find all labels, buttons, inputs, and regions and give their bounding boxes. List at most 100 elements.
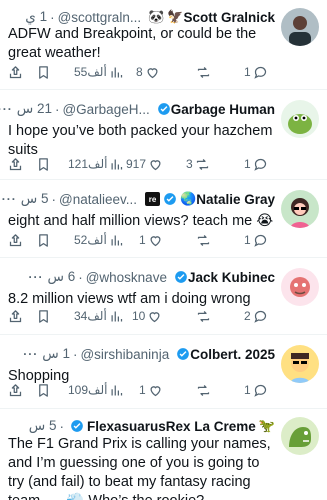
author-name[interactable]: Colbert. 2025: [190, 347, 275, 362]
affiliate-badge[interactable]: re: [145, 192, 161, 206]
reply-button[interactable]: 1: [244, 380, 268, 400]
like-button[interactable]: 1: [139, 380, 163, 400]
repost-button[interactable]: [196, 380, 211, 400]
tweet[interactable]: Garbage Human @GarbageH... · 21 س ··· I …: [0, 90, 327, 180]
share-button[interactable]: [8, 154, 23, 174]
bookmark-icon: [39, 157, 48, 171]
dinosaur-emoji-icon: 🦖: [258, 418, 275, 433]
tweet[interactable]: Jack Kubinec @whosknave · 6 س ··· 8.2 mi…: [0, 258, 327, 335]
separator-dot: ·: [59, 418, 64, 434]
like-button[interactable]: 917: [126, 154, 163, 174]
more-icon[interactable]: ···: [23, 347, 38, 361]
tweet-time[interactable]: 6 س: [47, 269, 75, 285]
author-handle[interactable]: @natalieev...: [59, 192, 137, 207]
like-count: 10: [132, 309, 146, 323]
bookmark-button[interactable]: [36, 380, 51, 400]
reply-button[interactable]: 2: [244, 306, 268, 326]
repost-icon: [197, 384, 210, 396]
tweet-header: Natalie Gray 🌏 re @natalieev... · 5 س ··…: [2, 190, 275, 208]
avatar[interactable]: [281, 417, 319, 455]
separator-dot: ·: [51, 191, 57, 207]
like-icon: [150, 235, 161, 246]
tweet-header: Scott Gralnick 🦅 🐼 @scottgraln... · 1 ي: [25, 8, 275, 26]
like-count: 1: [139, 233, 146, 247]
repost-button[interactable]: [196, 306, 211, 326]
share-button[interactable]: [8, 230, 23, 250]
author-handle[interactable]: @whosknave: [86, 270, 167, 285]
author-handle[interactable]: @scottgraln...: [58, 10, 142, 25]
views-button[interactable]: 55ألف: [74, 62, 124, 82]
tweet[interactable]: Natalie Gray 🌏 re @natalieev... · 5 س ··…: [0, 180, 327, 258]
share-button[interactable]: [8, 306, 23, 326]
views-button[interactable]: 121ألف: [68, 154, 124, 174]
bookmark-button[interactable]: [36, 62, 51, 82]
reply-button[interactable]: 1: [244, 154, 268, 174]
avatar[interactable]: [281, 190, 319, 228]
share-button[interactable]: [8, 380, 23, 400]
like-icon: [150, 159, 161, 170]
verified-icon: [157, 102, 171, 116]
more-icon[interactable]: ···: [28, 270, 43, 284]
share-icon: [9, 65, 22, 78]
repost-icon: [197, 310, 210, 322]
views-count: 34ألف: [74, 309, 107, 323]
tweet-header: 🦖 FlexasuarusRex La Creme · 5 س: [29, 417, 275, 435]
tweet-time[interactable]: 5 س: [21, 191, 49, 207]
bookmark-icon: [39, 309, 48, 323]
author-name[interactable]: Garbage Human: [171, 102, 275, 117]
author-name[interactable]: Natalie Gray: [196, 192, 275, 207]
bookmark-button[interactable]: [36, 154, 51, 174]
views-icon: [111, 67, 122, 77]
reply-count: 1: [244, 65, 251, 79]
tweet[interactable]: Colbert. 2025 @sirshibaninja · 1 س ··· S…: [0, 335, 327, 409]
bookmark-button[interactable]: [36, 230, 51, 250]
separator-dot: ·: [78, 269, 83, 285]
tweet[interactable]: 🦖 FlexasuarusRex La Creme · 5 س The F1 G…: [0, 409, 327, 500]
like-button[interactable]: 8: [136, 62, 160, 82]
views-button[interactable]: 52ألف: [74, 230, 124, 250]
views-count: 109ألف: [68, 383, 108, 397]
like-count: 8: [136, 65, 143, 79]
author-name[interactable]: Jack Kubinec: [188, 270, 275, 285]
tweet-text: The F1 Grand Prix is calling your names,…: [8, 436, 271, 500]
avatar[interactable]: [281, 8, 319, 46]
tweet-header: Garbage Human @GarbageH... · 21 س ···: [0, 100, 275, 118]
views-count: 55ألف: [74, 65, 107, 79]
tweet-time[interactable]: 5 س: [29, 418, 57, 434]
bookmark-button[interactable]: [36, 306, 51, 326]
views-button[interactable]: 34ألف: [74, 306, 124, 326]
reply-icon: [254, 384, 266, 397]
repost-button[interactable]: [196, 62, 211, 82]
author-name[interactable]: Scott Gralnick: [183, 10, 275, 25]
more-icon[interactable]: ···: [2, 192, 17, 206]
reply-button[interactable]: 1: [244, 62, 268, 82]
tweet-time[interactable]: 1 س: [42, 346, 70, 362]
author-handle[interactable]: @sirshibaninja: [80, 347, 169, 362]
avatar[interactable]: [281, 268, 319, 306]
avatar[interactable]: [281, 345, 319, 383]
timeline-feed: Scott Gralnick 🦅 🐼 @scottgraln... · 1 ي …: [0, 0, 327, 500]
separator-dot: ·: [54, 101, 60, 117]
avatar[interactable]: [281, 100, 319, 138]
reply-button[interactable]: 1: [244, 230, 268, 250]
repost-button[interactable]: [196, 230, 211, 250]
repost-button[interactable]: 3: [186, 154, 210, 174]
separator-dot: ·: [72, 346, 78, 362]
author-handle[interactable]: @GarbageH...: [62, 102, 149, 117]
author-name[interactable]: FlexasuarusRex La Creme: [87, 419, 256, 434]
like-button[interactable]: 10: [132, 306, 162, 326]
more-icon[interactable]: ···: [0, 102, 13, 116]
like-count: 1: [139, 383, 146, 397]
tweet-time[interactable]: 21 س: [17, 101, 52, 117]
reply-icon: [254, 234, 266, 247]
tweet-text: eight and half million views? teach me 😭: [8, 213, 274, 229]
repost-count: 3: [186, 157, 193, 171]
repost-icon: [197, 234, 210, 246]
views-button[interactable]: 109ألف: [68, 380, 124, 400]
tweet[interactable]: Scott Gralnick 🦅 🐼 @scottgraln... · 1 ي …: [0, 0, 327, 90]
tweet-actions: 34ألف 10 2: [8, 306, 275, 326]
tweet-time[interactable]: 1 ي: [25, 9, 47, 25]
share-button[interactable]: [8, 62, 23, 82]
share-icon: [9, 233, 22, 246]
like-button[interactable]: 1: [139, 230, 163, 250]
